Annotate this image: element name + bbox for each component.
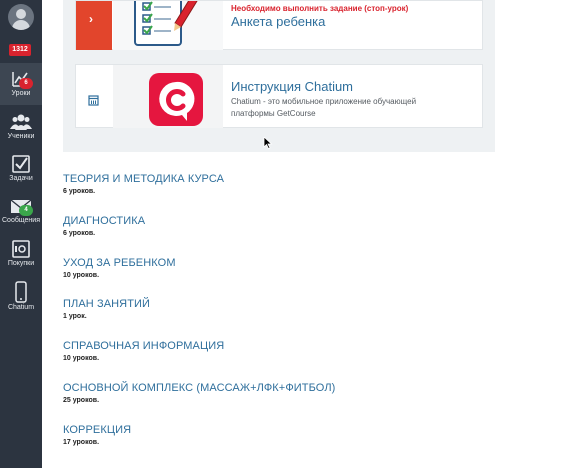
avatar[interactable]: [8, 4, 34, 30]
lesson-thumbnail[interactable]: [113, 1, 223, 50]
safe-icon: [12, 240, 30, 258]
section-title[interactable]: ДИАГНОСТИКА: [63, 215, 145, 227]
lessons-panel: › Необходимо выполнить задание (стоп-уро…: [63, 0, 495, 152]
list-item[interactable]: ТЕОРИЯ И МЕТОДИКА КУРСА 6 уроков.: [63, 173, 224, 195]
chatium-logo-icon: [149, 73, 203, 126]
sidebar-item-lessons[interactable]: 6 Уроки: [0, 63, 42, 105]
sidebar-item-label: Сообщения: [2, 217, 40, 224]
list-item[interactable]: КОРРЕКЦИЯ 17 уроков.: [63, 424, 131, 446]
section-lesson-count: 6 уроков.: [63, 188, 96, 195]
sidebar-item-label: Уроки: [11, 90, 31, 97]
section-title[interactable]: КОРРЕКЦИЯ: [63, 424, 131, 436]
section-lesson-count: 10 уроков.: [63, 355, 100, 362]
lesson-title[interactable]: Анкета ребенка: [231, 14, 325, 29]
checkbox-icon: [12, 155, 30, 173]
sidebar-item-messages[interactable]: 4 Сообщения: [0, 190, 42, 232]
lesson-card[interactable]: › Необходимо выполнить задание (стоп-уро…: [75, 0, 483, 50]
sidebar-item-label: Chatium: [7, 304, 35, 311]
section-lesson-count: 10 уроков.: [63, 272, 100, 279]
list-item[interactable]: ОСНОВНОЙ КОМПЛЕКС (МАССАЖ+ЛФК+ФИТБОЛ) 25…: [63, 382, 335, 404]
section-title[interactable]: СПРАВОЧНАЯ ИНФОРМАЦИЯ: [63, 340, 224, 352]
lesson-thumbnail[interactable]: [113, 65, 223, 128]
section-title[interactable]: ОСНОВНОЙ КОМПЛЕКС (МАССАЖ+ЛФК+ФИТБОЛ): [63, 382, 335, 394]
section-title[interactable]: ТЕОРИЯ И МЕТОДИКА КУРСА: [63, 173, 224, 185]
section-lesson-count: 1 урок.: [63, 313, 87, 320]
section-lesson-count: 25 уроков.: [63, 397, 100, 404]
checklist-pencil-icon: [134, 1, 198, 46]
sidebar: 1312 6 Уроки Ученики Задачи 4 Сообщения …: [0, 0, 42, 468]
lessons-badge: 6: [19, 78, 33, 89]
list-item[interactable]: УХОД ЗА РЕБЕНКОМ 10 уроков.: [63, 257, 176, 279]
notifications-badge[interactable]: 1312: [9, 44, 31, 56]
sidebar-item-purchases[interactable]: Покупки: [0, 233, 42, 275]
list-item[interactable]: ПЛАН ЗАНЯТИЙ 1 урок.: [63, 298, 150, 320]
section-title[interactable]: ПЛАН ЗАНЯТИЙ: [63, 298, 150, 310]
page: 1312 6 Уроки Ученики Задачи 4 Сообщения …: [0, 0, 574, 468]
users-icon: [10, 114, 32, 130]
section-lesson-count: 6 уроков.: [63, 230, 96, 237]
sidebar-item-label: Задачи: [9, 175, 33, 182]
stop-lesson-warning: Необходимо выполнить задание (стоп-урок): [231, 4, 409, 13]
sidebar-item-label: Покупки: [7, 260, 35, 267]
lesson-card[interactable]: Инструкция Chatium Chatium - это мобильн…: [75, 64, 483, 128]
stop-lesson-marker: ›: [76, 1, 112, 50]
section-lesson-count: 17 уроков.: [63, 439, 100, 446]
document-icon: [88, 95, 99, 106]
list-item[interactable]: СПРАВОЧНАЯ ИНФОРМАЦИЯ 10 уроков.: [63, 340, 224, 362]
lesson-title[interactable]: Инструкция Chatium: [231, 79, 353, 94]
sidebar-item-tasks[interactable]: Задачи: [0, 148, 42, 190]
mouse-cursor-icon: [263, 137, 273, 149]
list-item[interactable]: ДИАГНОСТИКА 6 уроков.: [63, 215, 145, 237]
messages-badge: 4: [19, 205, 33, 216]
chevron-right-icon: ›: [89, 12, 93, 26]
phone-icon: [15, 281, 27, 303]
profile[interactable]: [0, 0, 42, 38]
sidebar-item-chatium[interactable]: Chatium: [0, 276, 42, 318]
lesson-description: Chatium - это мобильное приложение обуча…: [231, 97, 417, 118]
section-title[interactable]: УХОД ЗА РЕБЕНКОМ: [63, 257, 176, 269]
sidebar-item-label: Ученики: [7, 133, 35, 140]
sidebar-item-students[interactable]: Ученики: [0, 106, 42, 148]
